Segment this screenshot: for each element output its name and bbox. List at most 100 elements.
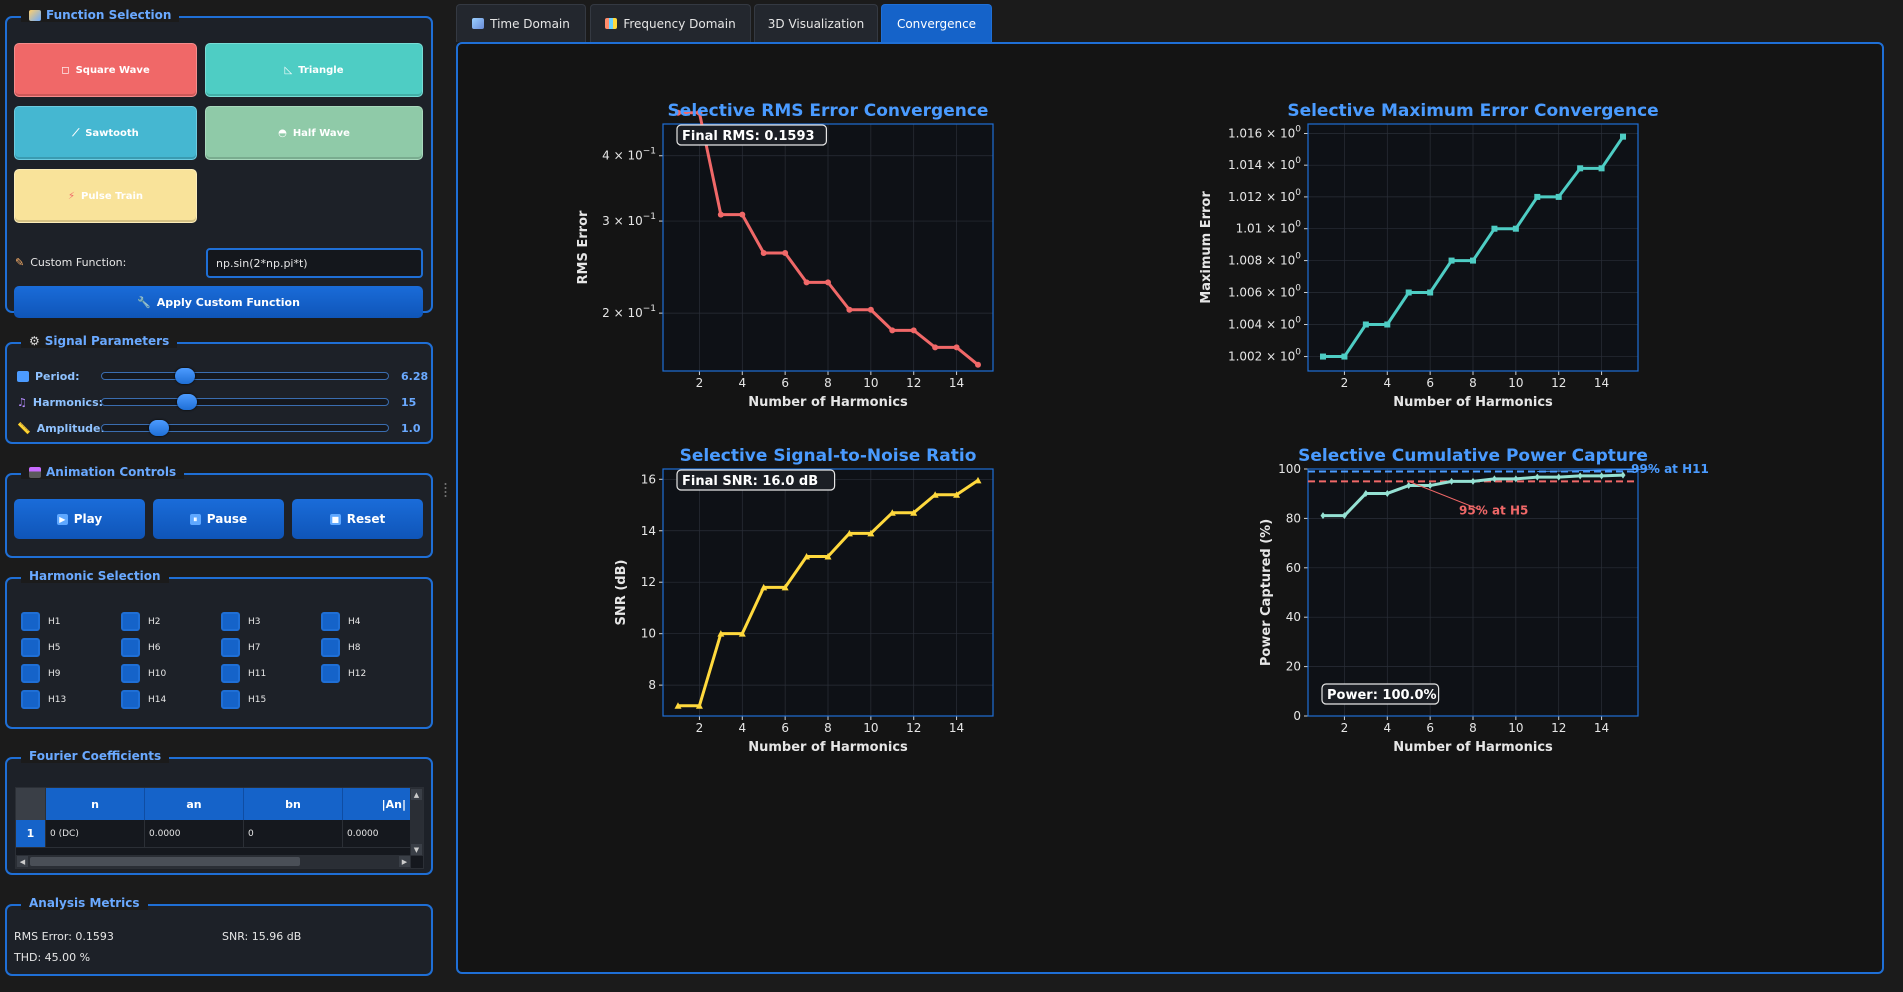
amplitude-slider-thumb[interactable] xyxy=(149,420,169,436)
checkbox-box[interactable] xyxy=(221,690,240,709)
y-tick-exponent: 0 xyxy=(1295,284,1301,294)
horizontal-scroll-thumb[interactable] xyxy=(30,857,300,866)
checkbox-box[interactable] xyxy=(21,664,40,683)
checkbox-box[interactable] xyxy=(221,638,240,657)
control-panel: Function Selection ◻ Square Wave ◺ Triangl… xyxy=(0,0,440,992)
checkbox-box[interactable] xyxy=(221,612,240,631)
splitter-handle[interactable] xyxy=(444,482,447,500)
period-slider[interactable] xyxy=(101,368,389,384)
x-tick-label: 8 xyxy=(824,721,832,735)
column-header-bn[interactable]: bn xyxy=(244,788,343,820)
column-header-n[interactable]: n xyxy=(46,788,145,820)
y-tick-label: 8 xyxy=(648,678,656,692)
sawtooth-button[interactable]: ⟋ Sawtooth xyxy=(14,106,197,160)
scroll-left-icon[interactable]: ◀ xyxy=(17,856,28,867)
checkbox-box[interactable] xyxy=(121,612,140,631)
pulse-train-button[interactable]: ⚡ Pulse Train xyxy=(14,169,197,223)
harmonic-checkbox-h8[interactable]: H8 xyxy=(321,638,361,657)
scroll-down-icon[interactable]: ▼ xyxy=(411,844,422,855)
harmonic-checkbox-h13[interactable]: H13 xyxy=(21,690,66,709)
data-point xyxy=(1341,353,1348,360)
x-tick-label: 2 xyxy=(696,376,704,390)
data-point xyxy=(975,361,981,368)
vertical-scrollbar[interactable]: ▲ ▼ xyxy=(410,788,423,856)
annotation-label: Final SNR: 16.0 dB xyxy=(682,474,818,489)
harmonics-row: ♫ Harmonics: 15 xyxy=(17,392,429,412)
harmonic-checkbox-h6[interactable]: H6 xyxy=(121,638,161,657)
harmonics-slider[interactable] xyxy=(101,394,389,410)
half-wave-button[interactable]: ◓ Half Wave xyxy=(205,106,423,160)
harmonic-checkbox-h1[interactable]: H1 xyxy=(21,612,61,631)
pencil-icon: ✎ xyxy=(15,256,25,269)
amplitude-slider[interactable] xyxy=(101,420,389,436)
data-point xyxy=(803,279,810,286)
harmonic-checkbox-h15[interactable]: H15 xyxy=(221,690,266,709)
signal-parameters-title: Signal Parameters xyxy=(44,334,170,348)
x-tick-label: 6 xyxy=(781,376,789,390)
x-tick-label: 10 xyxy=(1508,721,1523,735)
x-tick-label: 10 xyxy=(863,721,878,735)
harmonic-checkbox-h3[interactable]: H3 xyxy=(221,612,261,631)
chart-title: Selective Maximum Error Convergence xyxy=(1287,101,1658,121)
custom-function-input[interactable] xyxy=(206,248,423,278)
thd-metric: THD: 45.00 % xyxy=(14,951,91,964)
checkbox-box[interactable] xyxy=(321,612,340,631)
checkbox-box[interactable] xyxy=(21,638,40,657)
square-wave-button[interactable]: ◻ Square Wave xyxy=(14,43,197,97)
y-tick-label: 80 xyxy=(1286,511,1301,525)
tab-3d-visualization[interactable]: 3D Visualization xyxy=(754,4,878,42)
y-tick-exponent: 0 xyxy=(1295,124,1301,134)
harmonic-checkbox-h10[interactable]: H10 xyxy=(121,664,166,683)
table-row[interactable]: 1 0 (DC) 0.0000 0 0.0000 xyxy=(16,820,411,848)
column-header-an[interactable]: an xyxy=(145,788,244,820)
play-button[interactable]: ▶ Play xyxy=(14,499,145,539)
harmonic-label: H6 xyxy=(148,642,161,653)
x-tick-label: 10 xyxy=(863,376,878,390)
triangle-icon: ◺ xyxy=(284,64,293,76)
reset-button[interactable]: ■ Reset xyxy=(292,499,423,539)
checkbox-box[interactable] xyxy=(321,638,340,657)
checkbox-box[interactable] xyxy=(21,690,40,709)
checkbox-box[interactable] xyxy=(321,664,340,683)
data-point xyxy=(760,250,767,257)
harmonic-label: H13 xyxy=(48,694,67,705)
harmonic-checkbox-h14[interactable]: H14 xyxy=(121,690,166,709)
y-tick-exponent: −1 xyxy=(643,147,656,157)
y-tick-label: 2 × 10−1 xyxy=(602,304,656,320)
y-axis-label: Maximum Error xyxy=(1199,191,1214,304)
horizontal-scrollbar[interactable]: ◀ ▶ xyxy=(16,855,411,868)
tab-time-domain[interactable]: Time Domain xyxy=(456,4,586,42)
harmonic-checkbox-h9[interactable]: H9 xyxy=(21,664,61,683)
period-slider-thumb[interactable] xyxy=(175,368,195,384)
checkbox-box[interactable] xyxy=(221,664,240,683)
y-tick-label: 60 xyxy=(1286,561,1301,575)
pause-button[interactable]: ⏸ Pause xyxy=(153,499,284,539)
x-tick-label: 12 xyxy=(906,376,921,390)
scroll-up-icon[interactable]: ▲ xyxy=(411,789,422,800)
apply-custom-function-button[interactable]: 🔧 Apply Custom Function xyxy=(14,286,423,318)
triangle-button[interactable]: ◺ Triangle xyxy=(205,43,423,97)
harmonic-checkbox-h4[interactable]: H4 xyxy=(321,612,361,631)
checkbox-box[interactable] xyxy=(121,690,140,709)
checkbox-box[interactable] xyxy=(121,638,140,657)
harmonic-checkbox-h7[interactable]: H7 xyxy=(221,638,261,657)
harmonic-checkbox-h2[interactable]: H2 xyxy=(121,612,161,631)
wrench-icon: 🔧 xyxy=(137,295,151,309)
corner-header xyxy=(16,788,46,820)
checkbox-box[interactable] xyxy=(21,612,40,631)
tab-frequency-domain[interactable]: Frequency Domain xyxy=(590,4,751,42)
data-point xyxy=(953,344,960,351)
y-tick-label: 1.014 × 100 xyxy=(1228,156,1301,172)
tab-convergence[interactable]: Convergence xyxy=(881,4,992,42)
y-tick-label: 14 xyxy=(641,524,656,538)
harmonics-slider-thumb[interactable] xyxy=(177,394,197,410)
checkbox-box[interactable] xyxy=(121,664,140,683)
harmonic-checkbox-h11[interactable]: H11 xyxy=(221,664,266,683)
y-tick-label: 1.004 × 100 xyxy=(1228,315,1301,331)
chart-3: 2 4 6 8 10 12 14 8 10 12 14 16 Final SNR: 16.0 dB Sel… xyxy=(614,446,994,755)
harmonic-label: H10 xyxy=(148,668,167,679)
column-header-abs-an[interactable]: |An| xyxy=(343,788,411,820)
scroll-right-icon[interactable]: ▶ xyxy=(399,856,410,867)
harmonic-checkbox-h12[interactable]: H12 xyxy=(321,664,366,683)
harmonic-checkbox-h5[interactable]: H5 xyxy=(21,638,61,657)
